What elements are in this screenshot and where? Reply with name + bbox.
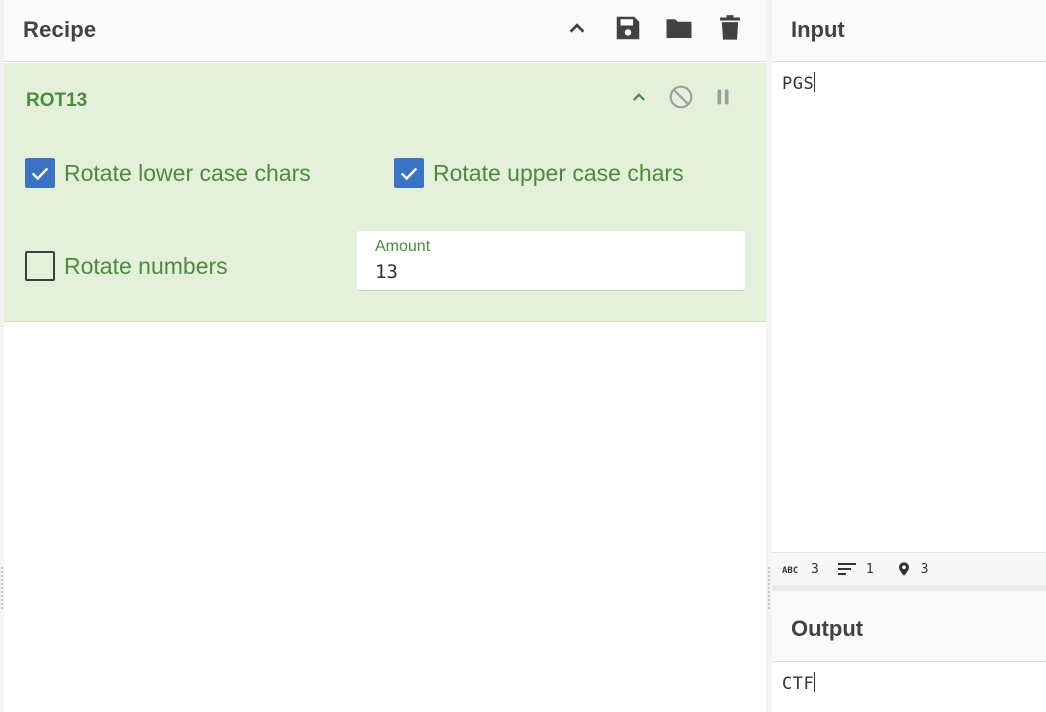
input-pane: Input PGS (772, 0, 1046, 552)
amount-field[interactable]: Amount (357, 231, 745, 291)
checkmark-icon (400, 167, 418, 181)
amount-input[interactable] (375, 261, 725, 283)
output-header: Output (772, 591, 1046, 662)
rotate-numbers-label: Rotate numbers (64, 252, 228, 279)
recipe-pane: Recipe ROT13 Rotate lower case chars Rot… (4, 0, 766, 712)
center-resize-handle[interactable] (768, 566, 770, 610)
lines-stat: 1 (837, 561, 874, 577)
checkbox-checked[interactable] (394, 158, 424, 188)
text-cursor (814, 72, 816, 92)
checkbox-unchecked[interactable] (25, 251, 55, 281)
disable-operation-button[interactable] (667, 83, 695, 111)
svg-text:ABC: ABC (782, 566, 798, 575)
folder-icon (666, 19, 692, 38)
rotate-lower-label: Rotate lower case chars (64, 159, 311, 186)
checkbox-checked[interactable] (25, 158, 55, 188)
output-pane: Output CTF (772, 591, 1046, 712)
input-text-area[interactable]: PGS (772, 62, 1046, 94)
output-text-area[interactable]: CTF (772, 662, 1046, 694)
recipe-header: Recipe (4, 0, 766, 62)
amount-label: Amount (375, 238, 431, 255)
load-recipe-button[interactable] (663, 12, 695, 44)
input-status-bar: ABC 3 1 3 (772, 552, 1046, 585)
location-pin-icon (898, 562, 909, 576)
output-text: CTF (782, 674, 815, 694)
rotate-lower-checkbox[interactable]: Rotate lower case chars (25, 158, 311, 188)
left-resize-handle[interactable] (1, 566, 3, 610)
operation-title: ROT13 (26, 90, 88, 111)
rotate-upper-label: Rotate upper case chars (433, 159, 684, 186)
position-value: 3 (920, 561, 929, 577)
operation-collapse-button[interactable] (625, 83, 653, 111)
save-icon (616, 16, 640, 40)
chevron-up-icon (569, 23, 585, 33)
input-title: Input (791, 17, 845, 42)
trash-icon (720, 15, 740, 40)
output-title: Output (791, 616, 864, 641)
lines-icon (837, 563, 856, 575)
pause-icon (717, 89, 729, 105)
text-cursor (814, 672, 816, 692)
recipe-title: Recipe (23, 17, 97, 42)
rotate-numbers-checkbox[interactable]: Rotate numbers (25, 251, 228, 281)
clear-recipe-button[interactable] (714, 12, 746, 44)
lines-value: 1 (865, 561, 874, 577)
chevron-up-icon (632, 93, 646, 101)
disable-icon (669, 85, 693, 109)
save-recipe-button[interactable] (612, 12, 644, 44)
checkmark-icon (31, 167, 49, 181)
rotate-upper-checkbox[interactable]: Rotate upper case chars (394, 158, 684, 188)
length-stat: ABC 3 (782, 562, 819, 577)
input-header: Input (772, 0, 1046, 62)
breakpoint-button[interactable] (709, 83, 737, 111)
abc-icon: ABC (782, 566, 798, 575)
position-stat: 3 (896, 559, 929, 579)
length-value: 3 (811, 561, 819, 577)
collapse-all-button[interactable] (561, 12, 593, 44)
input-text: PGS (782, 74, 815, 94)
rot13-operation[interactable]: ROT13 Rotate lower case chars Rotate upp… (4, 63, 766, 322)
